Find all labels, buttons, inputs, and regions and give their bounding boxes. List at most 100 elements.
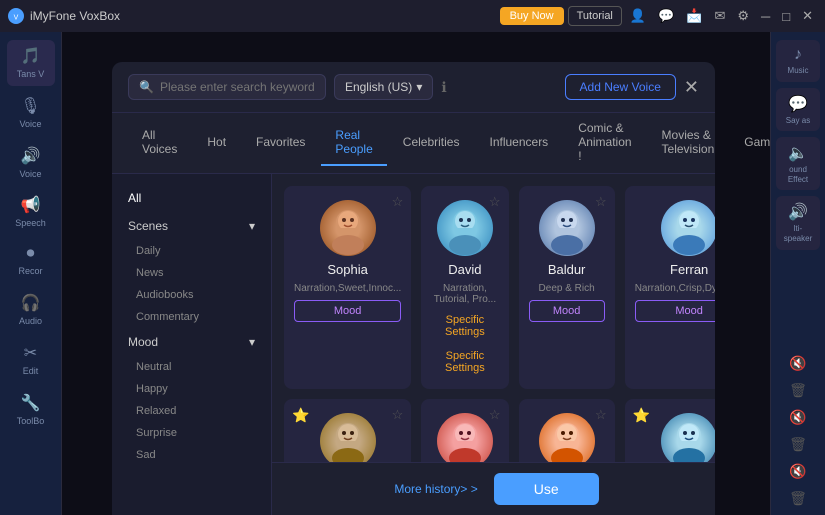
voice-card-sophia[interactable]: ☆ Sophia Narration,Sweet,Innoc... Mood <box>284 186 411 389</box>
right-card-sound-effect[interactable]: 🔈 ound Effect <box>776 137 820 190</box>
tab-all-voices[interactable]: All Voices <box>128 120 191 166</box>
delete3-icon[interactable]: 🗑 <box>789 490 807 507</box>
message-icon[interactable]: 📩 <box>682 8 706 24</box>
voice-name-david: David <box>448 262 481 277</box>
volume3-icon[interactable]: 🔇 <box>789 463 807 480</box>
titlebar-right: Buy Now Tutorial 👤 💬 📩 ✉ ⚙ ─ □ ✕ <box>500 6 817 26</box>
filter-scenes-group[interactable]: Scenes ▾ <box>112 212 271 240</box>
mood-button-ferran[interactable]: Mood <box>635 300 715 322</box>
delete2-icon[interactable]: 🗑 <box>789 436 807 453</box>
voice-card-barbara[interactable]: ☆ Barbara Narration,Calm Specific Settin… <box>421 399 508 462</box>
filter-news[interactable]: News <box>112 262 271 284</box>
multispeaker-icon: 🔊 <box>788 202 808 222</box>
tab-movies-television[interactable]: Movies & Television <box>648 120 729 166</box>
voice-card-david[interactable]: ☆ David Narration, Tutorial, Pro... Spec… <box>421 186 508 389</box>
voice-card-ferran[interactable]: ☆ Ferran Narration,Crisp,Dynamic Mood <box>625 186 715 389</box>
chevron-down-icon: ▾ <box>249 335 255 349</box>
info-icon[interactable]: ℹ <box>441 79 446 96</box>
titlebar-left: V iMyFone VoxBox <box>8 8 120 24</box>
add-voice-button[interactable]: Add New Voice <box>565 74 676 100</box>
filter-relaxed[interactable]: Relaxed <box>112 400 271 422</box>
avatar-sophia <box>320 200 376 256</box>
sidebar-item-voice1[interactable]: 🎙 Voice <box>7 90 55 136</box>
specific-button2-david[interactable]: Specific Settings <box>431 347 498 377</box>
sidebar-label-toolbox: ToolBo <box>17 416 45 427</box>
sidebar-item-toolbox[interactable]: 🔧 ToolBo <box>7 387 55 433</box>
tab-hot[interactable]: Hot <box>193 127 240 159</box>
favorite-alexandra-icon[interactable]: ☆ <box>595 407 607 423</box>
voice-card-brian[interactable]: ⭐ ☆ Brian News Ultra-realistic <box>284 399 411 462</box>
avatar-ferran <box>661 200 715 256</box>
maximize-icon[interactable]: □ <box>778 9 794 24</box>
voice-card-alexandra[interactable]: ☆ Alexandra Narration,Velvety smo... Moo… <box>519 399 615 462</box>
filter-audiobooks[interactable]: Audiobooks <box>112 284 271 306</box>
buy-now-button[interactable]: Buy Now <box>500 7 564 25</box>
sidebar-item-speech[interactable]: 📢 Speech <box>7 189 55 235</box>
favorite-sophia-icon[interactable]: ☆ <box>392 194 404 210</box>
volume-icon[interactable]: 🔇 <box>789 355 807 372</box>
tab-influencers[interactable]: Influencers <box>475 127 562 159</box>
right-card-sayas[interactable]: 💬 Say as <box>776 88 820 132</box>
tab-real-people[interactable]: Real People <box>321 120 386 166</box>
avatar-daisy <box>661 413 715 462</box>
filter-all[interactable]: All <box>112 184 271 212</box>
filter-mood-group[interactable]: Mood ▾ <box>112 328 271 356</box>
sidebar-label-speech: Speech <box>15 218 46 229</box>
sidebar-item-edit[interactable]: ✂ Edit <box>7 337 55 383</box>
favorite-david-icon[interactable]: ☆ <box>489 194 501 210</box>
modal-close-button[interactable]: ✕ <box>684 77 699 98</box>
tab-comic-animation[interactable]: Comic & Animation ! <box>564 113 645 173</box>
filter-sad[interactable]: Sad <box>112 444 271 466</box>
user-icon[interactable]: 👤 <box>626 8 650 24</box>
search-input[interactable] <box>160 80 315 94</box>
minimize-icon[interactable]: ─ <box>757 9 774 24</box>
sidebar-item-record[interactable]: ⏺ Recor <box>7 239 55 283</box>
volume2-icon[interactable]: 🔇 <box>789 409 807 426</box>
avatar-david <box>437 200 493 256</box>
favorite-barbara-icon[interactable]: ☆ <box>489 407 501 423</box>
sidebar-item-voice2[interactable]: 🔊 Voice <box>7 140 55 186</box>
tab-celebrities[interactable]: Celebrities <box>389 127 474 159</box>
tab-games[interactable]: Games <box>730 127 770 159</box>
right-card-music[interactable]: ♪ Music <box>776 40 820 82</box>
specific-button-david[interactable]: Specific Settings <box>431 311 498 341</box>
language-select[interactable]: English (US) ▾ <box>334 74 433 100</box>
favorite-brian-icon[interactable]: ☆ <box>392 407 404 423</box>
search-box[interactable]: 🔍 <box>128 74 326 100</box>
filter-happy[interactable]: Happy <box>112 378 271 400</box>
right-card-music-label: Music <box>788 66 809 76</box>
sidebar-label-voice2: Voice <box>19 169 41 180</box>
filter-neutral[interactable]: Neutral <box>112 356 271 378</box>
delete1-icon[interactable]: 🗑 <box>789 382 807 399</box>
favorite-baldur-icon[interactable]: ☆ <box>595 194 607 210</box>
voice1-icon: 🎙 <box>20 96 40 116</box>
right-card-multispeaker[interactable]: 🔊 lti-speaker <box>776 196 820 249</box>
sidebar-item-tansv[interactable]: 🎵 Tans V <box>7 40 55 86</box>
filter-scenes-label: Scenes <box>128 219 168 233</box>
record-icon: ⏺ <box>26 245 34 263</box>
filter-commentary[interactable]: Commentary <box>112 306 271 328</box>
app-logo: V <box>8 8 24 24</box>
filter-surprise[interactable]: Surprise <box>112 422 271 444</box>
right-icon-row: 🔇 🗑 🔇 🗑 🔇 🗑 <box>789 355 807 507</box>
mood-button-sophia[interactable]: Mood <box>294 300 401 322</box>
voice2-icon: 🔊 <box>21 146 41 166</box>
voice-card-baldur[interactable]: ☆ Baldur Deep & Rich Mood <box>519 186 615 389</box>
filter-sidebar: All Scenes ▾ Daily News Audiobooks Comme… <box>112 174 272 515</box>
close-icon[interactable]: ✕ <box>798 8 817 24</box>
tansv-icon: 🎵 <box>21 46 41 66</box>
sidebar: 🎵 Tans V 🎙 Voice 🔊 Voice 📢 Speech ⏺ Reco… <box>0 32 62 515</box>
email-icon[interactable]: ✉ <box>710 8 729 24</box>
filter-daily[interactable]: Daily <box>112 240 271 262</box>
mood-button-baldur[interactable]: Mood <box>529 300 605 322</box>
voice-card-daisy[interactable]: ⭐ ☆ Daisy E-book Ultra-realistic <box>625 399 715 462</box>
sidebar-item-audio[interactable]: 🎧 Audio <box>7 287 55 333</box>
chat-icon[interactable]: 💬 <box>654 8 678 24</box>
more-history-link[interactable]: More history> > <box>388 476 483 502</box>
sidebar-label-edit: Edit <box>23 366 39 377</box>
use-button[interactable]: Use <box>494 473 599 505</box>
settings-icon[interactable]: ⚙ <box>733 8 753 24</box>
chevron-down-icon: ▾ <box>416 80 422 94</box>
tutorial-button[interactable]: Tutorial <box>568 6 622 26</box>
tab-favorites[interactable]: Favorites <box>242 127 319 159</box>
